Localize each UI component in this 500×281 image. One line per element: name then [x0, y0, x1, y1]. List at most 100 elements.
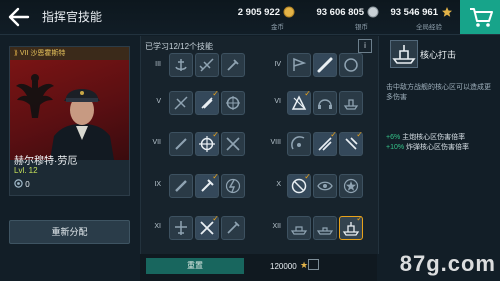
shop-button[interactable] — [460, 0, 500, 34]
tier-label-xii: XII — [272, 223, 281, 230]
commander-level: Lvl. 12 — [14, 166, 38, 175]
learned-count: 已学习12/12个技能 — [145, 42, 214, 51]
learned-check-icon: ✓ — [330, 130, 337, 139]
skill-slot[interactable] — [313, 174, 337, 198]
skill-slot[interactable] — [221, 132, 245, 156]
skill-slot[interactable] — [169, 91, 193, 115]
cart-icon — [470, 8, 493, 27]
shell-reload-icon — [175, 180, 187, 192]
skill-slot[interactable]: ✓ — [195, 89, 219, 115]
crossed-guns-icon — [226, 137, 240, 151]
silver-balance: 93 606 805 银币 — [306, 4, 382, 32]
target-wheel-icon — [226, 96, 240, 110]
skill-slot[interactable] — [339, 91, 363, 115]
xp-star-icon: ★ — [300, 260, 309, 270]
headphones-icon — [318, 99, 332, 109]
skill-slot[interactable] — [221, 53, 245, 77]
dagger-icon — [227, 221, 240, 234]
tier-label-viii: VIII — [270, 139, 281, 146]
tier-label-iii: III — [155, 61, 161, 68]
cruiser-icon — [316, 227, 334, 235]
xp-value: 93 546 961 — [390, 7, 438, 18]
skill-slot[interactable] — [169, 216, 193, 240]
skill-points: 0 — [14, 179, 30, 189]
confirm-checkbox[interactable] — [308, 259, 319, 270]
skill-slot[interactable]: ✓ — [313, 130, 337, 156]
skill-slot[interactable] — [287, 53, 311, 77]
skill-slot[interactable] — [221, 91, 245, 115]
xp-balance: 93 546 961 全局经验 — [390, 4, 456, 32]
skill-slot[interactable]: ✓ — [339, 130, 363, 156]
skill-slot[interactable]: ✓ — [195, 130, 219, 156]
skill-slot[interactable]: ✓ — [195, 172, 219, 198]
detail-title: 核心打击 — [420, 50, 457, 60]
skill-slot[interactable] — [313, 53, 337, 77]
star-rank-icon — [343, 178, 359, 194]
skill-slot[interactable]: ✓ — [287, 89, 311, 115]
learned-check-icon: ✓ — [356, 130, 363, 139]
tier-label-x: X — [276, 181, 281, 188]
tier-label-iv: IV — [274, 61, 281, 68]
plane-attack-icon — [174, 96, 188, 110]
nation-label: VII 沙恩霍斯特 — [19, 50, 66, 57]
learned-check-icon: ✓ — [212, 130, 219, 139]
gold-label: 金币 — [271, 24, 284, 31]
core-strike-icon — [392, 45, 416, 64]
gold-balance: 2 905 922 金币 — [232, 4, 298, 32]
radar-icon — [291, 136, 305, 150]
skill-slot[interactable] — [339, 174, 363, 198]
skill-slot[interactable] — [169, 132, 193, 156]
wrench-icon — [227, 59, 239, 71]
battleship-icon — [290, 226, 308, 235]
skill-slot[interactable]: ✓ — [287, 172, 311, 198]
star-xp-icon — [442, 7, 452, 17]
stat-value: +10% — [386, 144, 405, 151]
tier-label-ix: IX — [154, 181, 161, 188]
skill-slot[interactable] — [287, 132, 311, 156]
learned-check-icon: ✓ — [212, 214, 219, 223]
reassign-button[interactable]: 重新分配 — [9, 220, 130, 244]
torpedo-icon — [317, 57, 333, 73]
ship-repair-icon — [343, 99, 359, 110]
xp-label: 全局经验 — [416, 24, 442, 31]
skill-slot[interactable] — [169, 53, 193, 77]
stat-text: 炸弹核心区伤害倍率 — [406, 144, 470, 151]
skill-slot[interactable] — [339, 53, 363, 77]
page-title: 指挥官技能 — [42, 10, 103, 24]
skill-slot-selected[interactable]: ✓ — [339, 214, 363, 240]
skill-slot[interactable] — [313, 91, 337, 115]
bomb-icon — [175, 138, 187, 150]
back-button[interactable] — [6, 5, 32, 29]
tier-label-vii: VII — [152, 139, 161, 146]
silver-value: 93 606 805 — [316, 7, 364, 18]
gold-coin-icon — [283, 6, 295, 18]
commander-portrait — [10, 60, 129, 160]
skill-slot[interactable]: ✓ — [195, 214, 219, 240]
info-button[interactable]: i — [358, 39, 372, 53]
commander-name: 赫尔穆特·劳厄 — [14, 156, 78, 167]
anchor-icon — [175, 59, 187, 71]
skills-panel: 已学习12/12个技能 i III IV V ✓ VI ✓ VII ✓ VIII… — [140, 36, 379, 254]
learned-check-icon: ✓ — [304, 89, 311, 98]
skill-points-icon — [14, 179, 23, 188]
commander-image — [16, 74, 114, 160]
learned-check-icon: ✓ — [212, 89, 219, 98]
gold-value: 2 905 922 — [237, 7, 280, 18]
eye-icon — [317, 181, 333, 191]
skill-slot[interactable] — [195, 53, 219, 77]
skill-points-value: 0 — [25, 180, 30, 189]
skill-slot[interactable] — [287, 216, 311, 240]
learned-check-icon: ✓ — [356, 214, 363, 223]
learned-check-icon: ✓ — [304, 172, 311, 181]
flag-icon — [293, 57, 307, 71]
skill-slot[interactable] — [313, 216, 337, 240]
gauge-icon — [344, 58, 358, 72]
silver-coin-icon — [367, 6, 379, 18]
lightning-icon — [225, 178, 241, 194]
skill-slot[interactable] — [221, 174, 245, 198]
skill-slot[interactable] — [221, 216, 245, 240]
nation-bar: ⟫ VII 沙恩霍斯特 — [10, 47, 129, 60]
reset-button[interactable]: 重置 — [146, 258, 244, 274]
reset-cost: 120000 — [270, 262, 297, 271]
skill-slot[interactable] — [169, 174, 193, 198]
